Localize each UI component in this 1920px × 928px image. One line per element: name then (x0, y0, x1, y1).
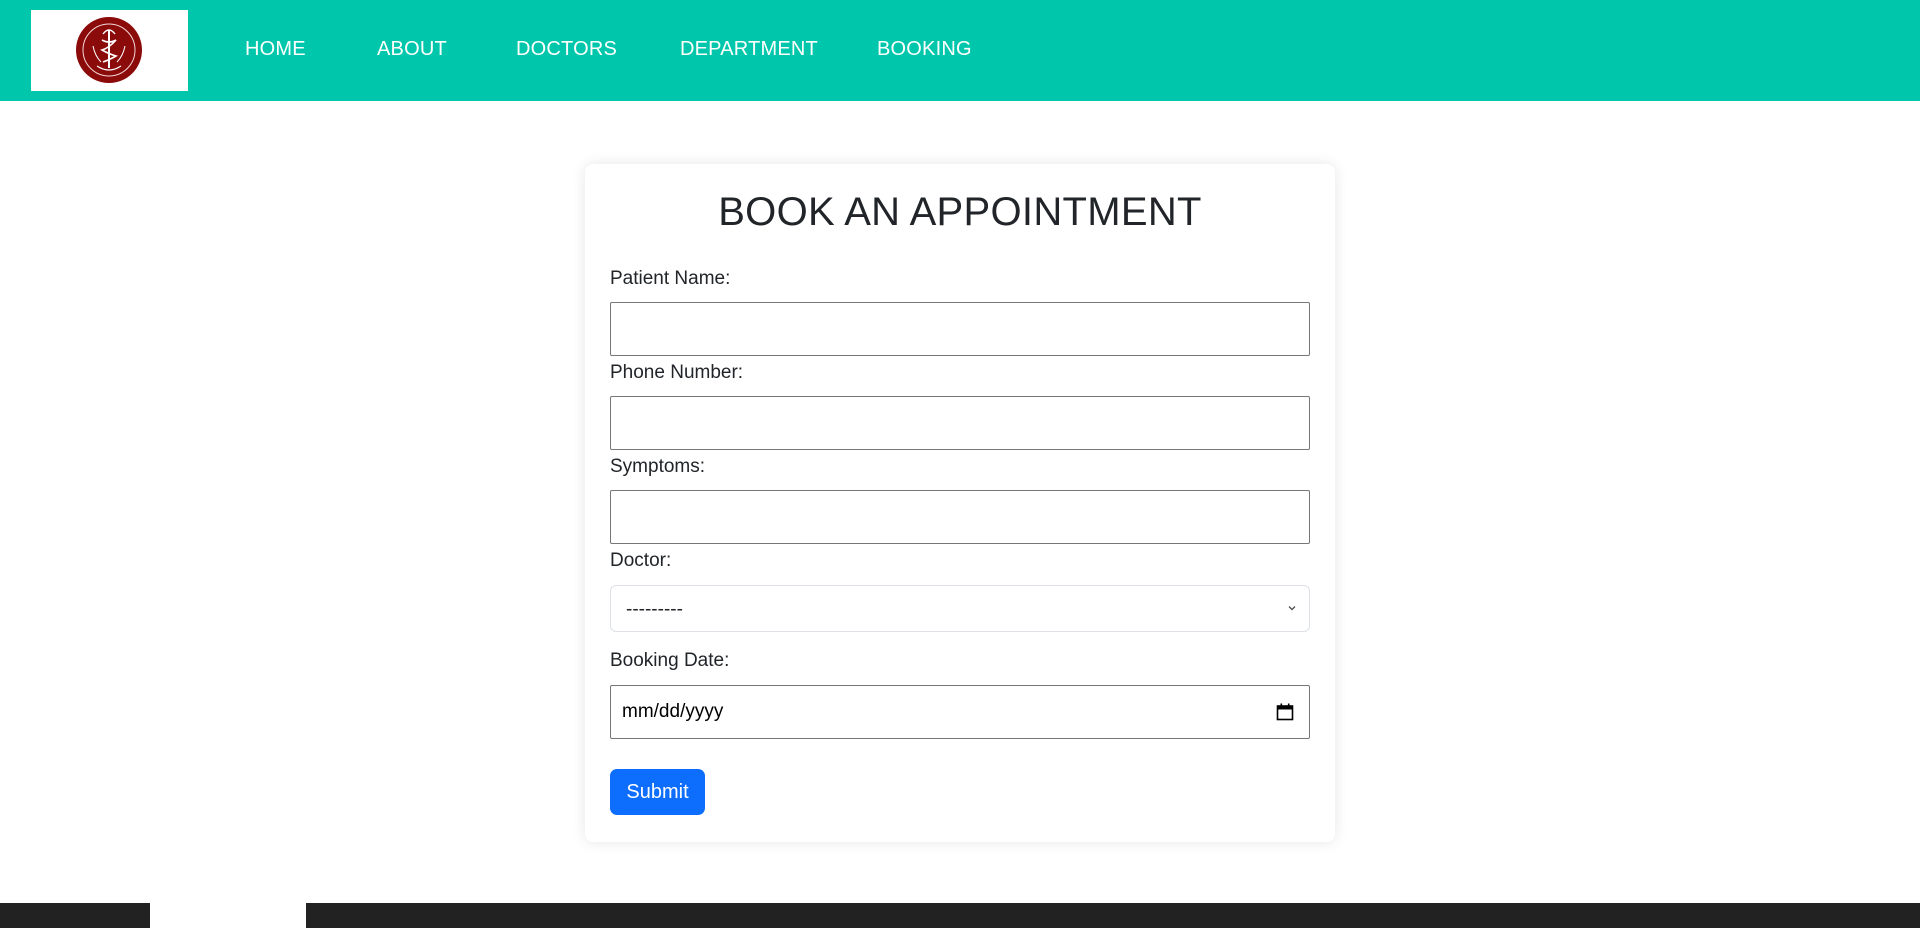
patient-name-input[interactable] (610, 302, 1310, 356)
top-navbar: HOME ABOUT DOCTORS DEPARTMENT BOOKING (0, 0, 1920, 101)
nav-doctors-link[interactable]: DOCTORS (516, 38, 617, 61)
symptoms-input[interactable] (610, 490, 1310, 544)
submit-button[interactable]: Submit (610, 769, 705, 815)
nav-about-link[interactable]: ABOUT (377, 38, 447, 61)
doctor-selected-value: --------- (626, 599, 683, 620)
phone-number-input[interactable] (610, 396, 1310, 450)
footer (0, 903, 1920, 928)
nav-booking-link[interactable]: BOOKING (877, 38, 972, 61)
nav-home-link[interactable]: HOME (245, 38, 306, 61)
site-logo[interactable] (31, 10, 188, 91)
hospital-emblem-icon (76, 17, 142, 83)
page-title: BOOK AN APPOINTMENT (718, 190, 1202, 234)
nav-department-link[interactable]: DEPARTMENT (680, 38, 818, 61)
symptoms-label: Symptoms: (610, 456, 706, 477)
booking-form-card: BOOK AN APPOINTMENT Patient Name: Phone … (585, 164, 1335, 842)
calendar-icon[interactable] (1275, 702, 1295, 722)
footer-logo-area (150, 903, 306, 928)
booking-date-placeholder: mm/dd/yyyy (622, 701, 724, 722)
phone-number-label: Phone Number: (610, 362, 744, 383)
doctor-select[interactable]: --------- (610, 585, 1310, 632)
patient-name-label: Patient Name: (610, 268, 731, 289)
booking-date-input[interactable]: mm/dd/yyyy (610, 685, 1310, 739)
chevron-down-icon (1288, 606, 1296, 611)
booking-date-label: Booking Date: (610, 650, 730, 671)
doctor-label: Doctor: (610, 550, 672, 571)
